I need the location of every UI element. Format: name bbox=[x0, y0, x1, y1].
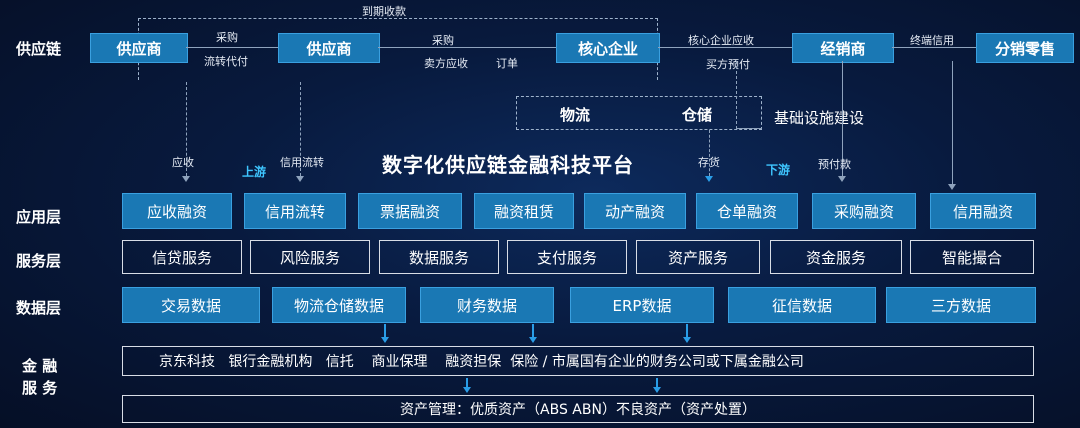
asset-management: 资产管理：优质资产（ABS ABN）不良资产（资产处置） bbox=[122, 395, 1034, 423]
arrow-line-2 bbox=[532, 324, 534, 338]
infra-label: 基础设施建设 bbox=[774, 109, 865, 127]
arrow-head-4 bbox=[463, 387, 471, 393]
label-caigou-1: 采购 bbox=[216, 31, 238, 44]
label-xiayou: 下游 bbox=[766, 163, 791, 177]
app-item-caigou-rongzi: 采购融资 bbox=[812, 193, 916, 229]
data-item-caiwu: 财务数据 bbox=[420, 287, 554, 323]
arrow-line-1 bbox=[384, 324, 386, 338]
row-label-finance-2: 服 务 bbox=[22, 379, 58, 397]
label-maifang-yufu: 买方预付 bbox=[706, 58, 750, 71]
arrow-head-3 bbox=[683, 337, 691, 343]
service-item-zhifu: 支付服务 bbox=[507, 240, 627, 274]
connector-s2-core bbox=[378, 47, 556, 48]
row-label-service: 服务层 bbox=[16, 252, 62, 270]
app-item-yingshou-rongzi: 应收融资 bbox=[122, 193, 232, 229]
service-item-xindai: 信贷服务 bbox=[122, 240, 242, 274]
service-item-fengxian: 风险服务 bbox=[250, 240, 370, 274]
arrow-head-5 bbox=[653, 387, 661, 393]
data-item-sanfang: 三方数据 bbox=[886, 287, 1036, 323]
label-xinyong-liuzhuan: 信用流转 bbox=[280, 156, 324, 169]
app-item-xinyong-liuzhuan: 信用流转 bbox=[244, 193, 346, 229]
flow-line-yufu bbox=[736, 61, 737, 129]
flow-arrow-yingshou bbox=[182, 176, 190, 182]
flow-line-xinyong-rongzi bbox=[952, 61, 953, 184]
label-yufukuan: 预付款 bbox=[818, 158, 851, 171]
app-item-rongzi-zulin: 融资租赁 bbox=[474, 193, 574, 229]
flow-arrow-yufukuan bbox=[838, 176, 846, 182]
label-daoqi-shoukuan: 到期收款 bbox=[362, 5, 406, 18]
node-core-enterprise: 核心企业 bbox=[556, 33, 660, 63]
flow-arrow-cunhuo bbox=[705, 176, 713, 182]
node-supplier-1: 供应商 bbox=[90, 33, 188, 63]
flow-arrow-xinyong bbox=[296, 176, 304, 182]
app-item-cangdan-rongzi: 仓单融资 bbox=[696, 193, 798, 229]
label-shangyou: 上游 bbox=[242, 165, 267, 179]
node-distributor: 经销商 bbox=[792, 33, 894, 63]
row-label-data: 数据层 bbox=[16, 299, 62, 317]
label-hexin-yingshou: 核心企业应收 bbox=[688, 34, 754, 47]
label-maifang-yingshou: 卖方应收 bbox=[424, 57, 468, 70]
app-item-piaoju-rongzi: 票据融资 bbox=[358, 193, 462, 229]
label-cunhuo: 存货 bbox=[698, 156, 720, 169]
service-item-shuju: 数据服务 bbox=[379, 240, 499, 274]
label-caigou-2: 采购 bbox=[432, 34, 454, 47]
platform-title: 数字化供应链金融科技平台 bbox=[382, 153, 634, 177]
service-item-zijin: 资金服务 bbox=[770, 240, 902, 274]
service-item-zhineng-cuohe: 智能撮合 bbox=[910, 240, 1034, 274]
node-supplier-2: 供应商 bbox=[278, 33, 380, 63]
connector-s1-s2 bbox=[186, 47, 278, 48]
app-item-dongchan-rongzi: 动产融资 bbox=[584, 193, 686, 229]
service-item-zichan: 资产服务 bbox=[636, 240, 760, 274]
arrow-head-1 bbox=[381, 337, 389, 343]
row-label-finance-1: 金 融 bbox=[22, 357, 58, 375]
data-item-zhengxin: 征信数据 bbox=[728, 287, 876, 323]
data-item-erp: ERP数据 bbox=[570, 287, 714, 323]
arrow-head-2 bbox=[529, 337, 537, 343]
node-retail: 分销零售 bbox=[976, 33, 1074, 63]
infra-wuliu: 物流 bbox=[560, 106, 591, 124]
infra-cangchu: 仓储 bbox=[682, 106, 713, 124]
label-liuzhuan-daifu: 流转代付 bbox=[204, 55, 248, 68]
infrastructure-box bbox=[516, 96, 762, 130]
label-dingdan: 订单 bbox=[496, 57, 518, 70]
label-zhongduan-xinyong: 终端信用 bbox=[910, 34, 954, 47]
arrow-line-3 bbox=[686, 324, 688, 338]
finance-institutions: 京东科技 银行金融机构 信托 商业保理 融资担保 保险 / 市属国有企业的财务公… bbox=[122, 346, 1034, 376]
flow-line-yufu-h bbox=[736, 128, 762, 129]
app-item-xinyong-rongzi: 信用融资 bbox=[930, 193, 1036, 229]
data-item-wuliu-cangchu: 物流仓储数据 bbox=[272, 287, 406, 323]
row-label-application: 应用层 bbox=[16, 208, 62, 226]
label-yingshou: 应收 bbox=[172, 156, 194, 169]
row-label-supply-chain: 供应链 bbox=[16, 40, 62, 58]
data-item-jiaoyi: 交易数据 bbox=[122, 287, 260, 323]
flow-arrow-xinyong-rongzi bbox=[948, 184, 956, 190]
